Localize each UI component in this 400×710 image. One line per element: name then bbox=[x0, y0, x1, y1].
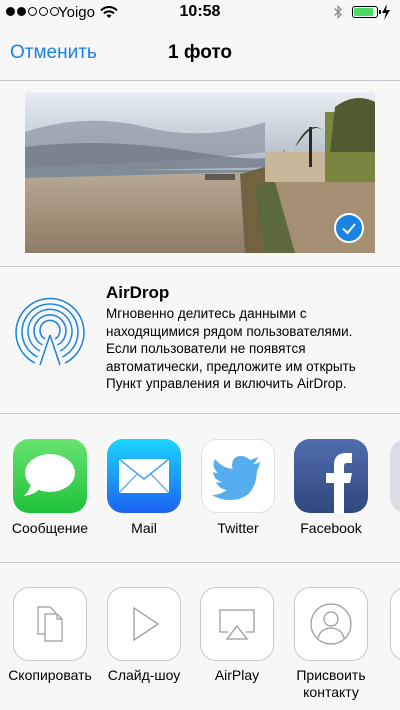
slideshow-button[interactable]: Слайд-шоу bbox=[97, 587, 191, 684]
share-messages-label: Сообщение bbox=[11, 520, 89, 536]
airdrop-description: Мгновенно делитесь данными с находящимис… bbox=[106, 306, 356, 391]
assign-to-contact-label: Присвоить контакту bbox=[296, 667, 366, 700]
share-mail-label: Mail bbox=[131, 520, 157, 536]
copy-icon bbox=[37, 606, 63, 642]
battery-icon bbox=[352, 6, 381, 18]
navigation-bar: Отменить 1 фото bbox=[0, 26, 400, 81]
share-twitter-label: Twitter bbox=[217, 520, 259, 536]
share-facebook-button[interactable]: Facebook bbox=[286, 439, 376, 536]
selected-checkmark-icon[interactable] bbox=[334, 213, 364, 243]
messages-icon bbox=[23, 454, 75, 496]
actions-row[interactable]: Скопировать Слайд-шоу AirPlay Присвоить … bbox=[0, 563, 400, 710]
slideshow-icon bbox=[133, 606, 160, 642]
share-mail-button[interactable]: Mail bbox=[99, 439, 189, 536]
slideshow-label: Слайд-шоу bbox=[107, 667, 181, 683]
share-more-button[interactable] bbox=[382, 439, 400, 513]
share-facebook-label: Facebook bbox=[300, 520, 362, 536]
copy-button[interactable]: Скопировать bbox=[3, 587, 97, 684]
share-messages-button[interactable]: Сообщение bbox=[5, 439, 95, 536]
selected-photo[interactable] bbox=[25, 92, 375, 253]
mail-icon bbox=[118, 458, 170, 494]
airplay-icon bbox=[219, 609, 255, 640]
bluetooth-icon bbox=[334, 5, 342, 19]
airdrop-section: AirDrop Мгновенно делитесь данными с нах… bbox=[0, 267, 400, 414]
facebook-icon bbox=[326, 453, 352, 513]
twitter-icon bbox=[212, 456, 260, 500]
share-twitter-button[interactable]: Twitter bbox=[193, 439, 283, 536]
charging-bolt-icon bbox=[382, 4, 390, 20]
more-actions-button[interactable] bbox=[380, 587, 400, 661]
copy-label: Скопировать bbox=[8, 667, 92, 683]
share-apps-row[interactable]: Сообщение Mail Twitter Facebook bbox=[0, 414, 400, 563]
assign-contact-icon bbox=[310, 603, 352, 645]
assign-to-contact-button[interactable]: Присвоить контакту bbox=[284, 587, 378, 701]
page-title: 1 фото bbox=[167, 42, 232, 63]
status-bar: Yoigo 10:58 bbox=[0, 0, 400, 26]
airdrop-icon[interactable] bbox=[11, 295, 89, 373]
airdrop-title: AirDrop bbox=[106, 283, 170, 302]
airplay-button[interactable]: AirPlay bbox=[190, 587, 284, 684]
airplay-label: AirPlay bbox=[214, 667, 260, 683]
